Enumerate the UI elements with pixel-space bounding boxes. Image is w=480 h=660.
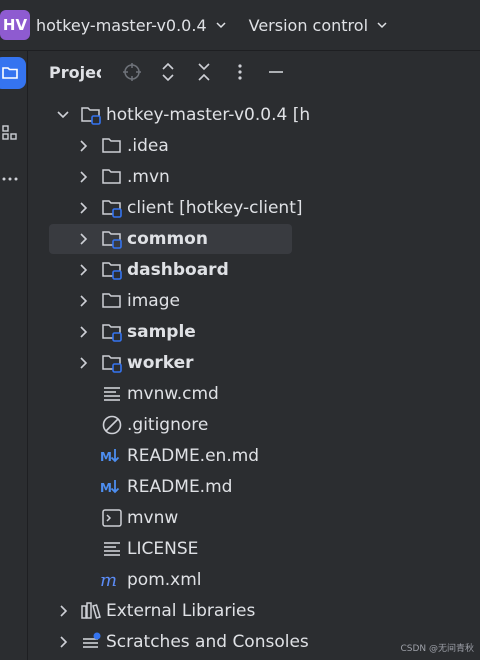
tree-item-mvn[interactable]: .mvn [28,162,310,192]
select-opened-file-button[interactable] [119,59,145,85]
options-menu-button[interactable] [227,59,253,85]
module-folder-icon [102,324,122,342]
tree-item-idea[interactable]: .idea [28,131,310,161]
tree-item-label: mvnw.cmd [127,384,219,404]
crosshair-icon [123,63,141,81]
tree-item-label: dashboard [127,260,229,280]
version-control-menu[interactable]: Version control [249,16,388,35]
minimize-icon [269,71,283,73]
chevron-right-icon [80,326,88,338]
tree-root-label: hotkey-master-v0.0.4 [hotkey] [106,105,310,125]
tree-item-common[interactable]: common [28,224,310,254]
tree-item-client[interactable]: client [hotkey-client] [28,193,310,223]
tree-item-sample[interactable]: sample [28,317,310,347]
chevron-right-icon [80,295,88,307]
project-tree: hotkey-master-v0.0.4 [hotkey] .idea .mvn… [28,100,310,660]
tree-item-mvnw-cmd[interactable]: mvnw.cmd [28,379,310,409]
markdown-icon: M [100,449,120,464]
library-icon [81,602,101,619]
tree-item-pom[interactable]: m pom.xml [28,565,310,595]
svg-text:M: M [100,481,112,495]
project-name: hotkey-master-v0.0.4 [36,15,207,35]
module-folder-icon [102,262,122,280]
chevron-right-icon [80,202,88,214]
chevron-right-icon [60,636,68,648]
tree-item-label: sample [127,322,196,342]
scratches-icon [83,632,101,648]
structure-tool-button[interactable] [0,117,26,149]
project-switcher[interactable]: hotkey-master-v0.0.4 [36,16,227,35]
folder-icon [2,67,18,79]
version-control-label: Version control [248,15,369,35]
more-vertical-icon [238,64,242,80]
title-bar: HV hotkey-master-v0.0.4 Version control [0,0,480,51]
tree-item-worker[interactable]: worker [28,348,310,378]
tree-root-item[interactable]: hotkey-master-v0.0.4 [hotkey] [28,100,310,130]
tree-item-readme-en[interactable]: M README.en.md [28,441,310,471]
module-folder-icon [102,200,122,218]
chevron-right-icon [80,140,88,152]
tree-item-label: common [127,229,208,249]
module-folder-icon [81,107,101,125]
tree-item-image[interactable]: image [28,286,310,316]
chevron-down-icon [216,22,226,29]
tree-item-label: pom.xml [127,570,202,590]
tree-item-label: mvnw [127,508,179,528]
project-badge[interactable]: HV [0,10,30,40]
svg-text:m: m [100,570,117,591]
folder-icon [102,293,121,308]
svg-text:M: M [100,450,112,464]
text-file-icon [104,387,120,401]
tree-item-label: .idea [127,136,169,156]
tree-item-label: client [hotkey-client] [127,198,303,218]
tree-item-label: .gitignore [127,415,209,435]
folder-icon [102,169,121,184]
watermark: CSDN @无间青秋 [400,644,474,654]
terminal-script-icon [102,509,122,527]
tree-item-scratches[interactable]: Scratches and Consoles [28,627,310,657]
more-horizontal-icon [2,177,18,181]
tree-item-license[interactable]: LICENSE [28,534,310,564]
chevron-down-icon [377,22,387,29]
module-folder-icon [102,231,122,249]
chevron-right-icon [80,357,88,369]
expand-all-button[interactable] [155,59,181,85]
chevron-down-icon [57,111,69,119]
tool-window-bar [0,51,28,660]
tree-item-label: README.md [127,477,233,497]
tree-item-gitignore[interactable]: .gitignore [28,410,310,440]
tree-item-label: External Libraries [106,601,256,621]
markdown-icon: M [100,480,120,495]
project-tool-button[interactable] [0,57,26,89]
collapse-all-button[interactable] [191,59,217,85]
panel-title[interactable]: Project [49,63,101,82]
tree-item-mvnw[interactable]: mvnw [28,503,310,533]
tree-item-dashboard[interactable]: dashboard [28,255,310,285]
tree-item-label: image [127,291,180,311]
tree-item-readme[interactable]: M README.md [28,472,310,502]
tree-item-label: LICENSE [127,539,199,559]
tree-item-label: Scratches and Consoles [106,632,309,652]
hide-panel-button[interactable] [263,59,289,85]
module-folder-icon [102,355,122,373]
structure-icon [2,125,17,140]
more-tools-button[interactable] [0,163,26,195]
ignore-file-icon [102,415,122,435]
text-file-icon [104,542,120,556]
project-panel-header: Project [28,51,480,93]
collapse-all-icon [198,63,210,81]
chevron-right-icon [80,171,88,183]
chevron-right-icon [80,233,88,245]
chevron-right-icon [60,605,68,617]
tree-item-label: worker [127,353,194,373]
tree-item-label: .mvn [127,167,170,187]
tree-item-external-libraries[interactable]: External Libraries [28,596,310,626]
expand-all-icon [162,62,174,82]
folder-icon [102,138,121,153]
tree-item-label: README.en.md [127,446,260,466]
maven-icon: m [100,570,117,591]
chevron-right-icon [80,264,88,276]
